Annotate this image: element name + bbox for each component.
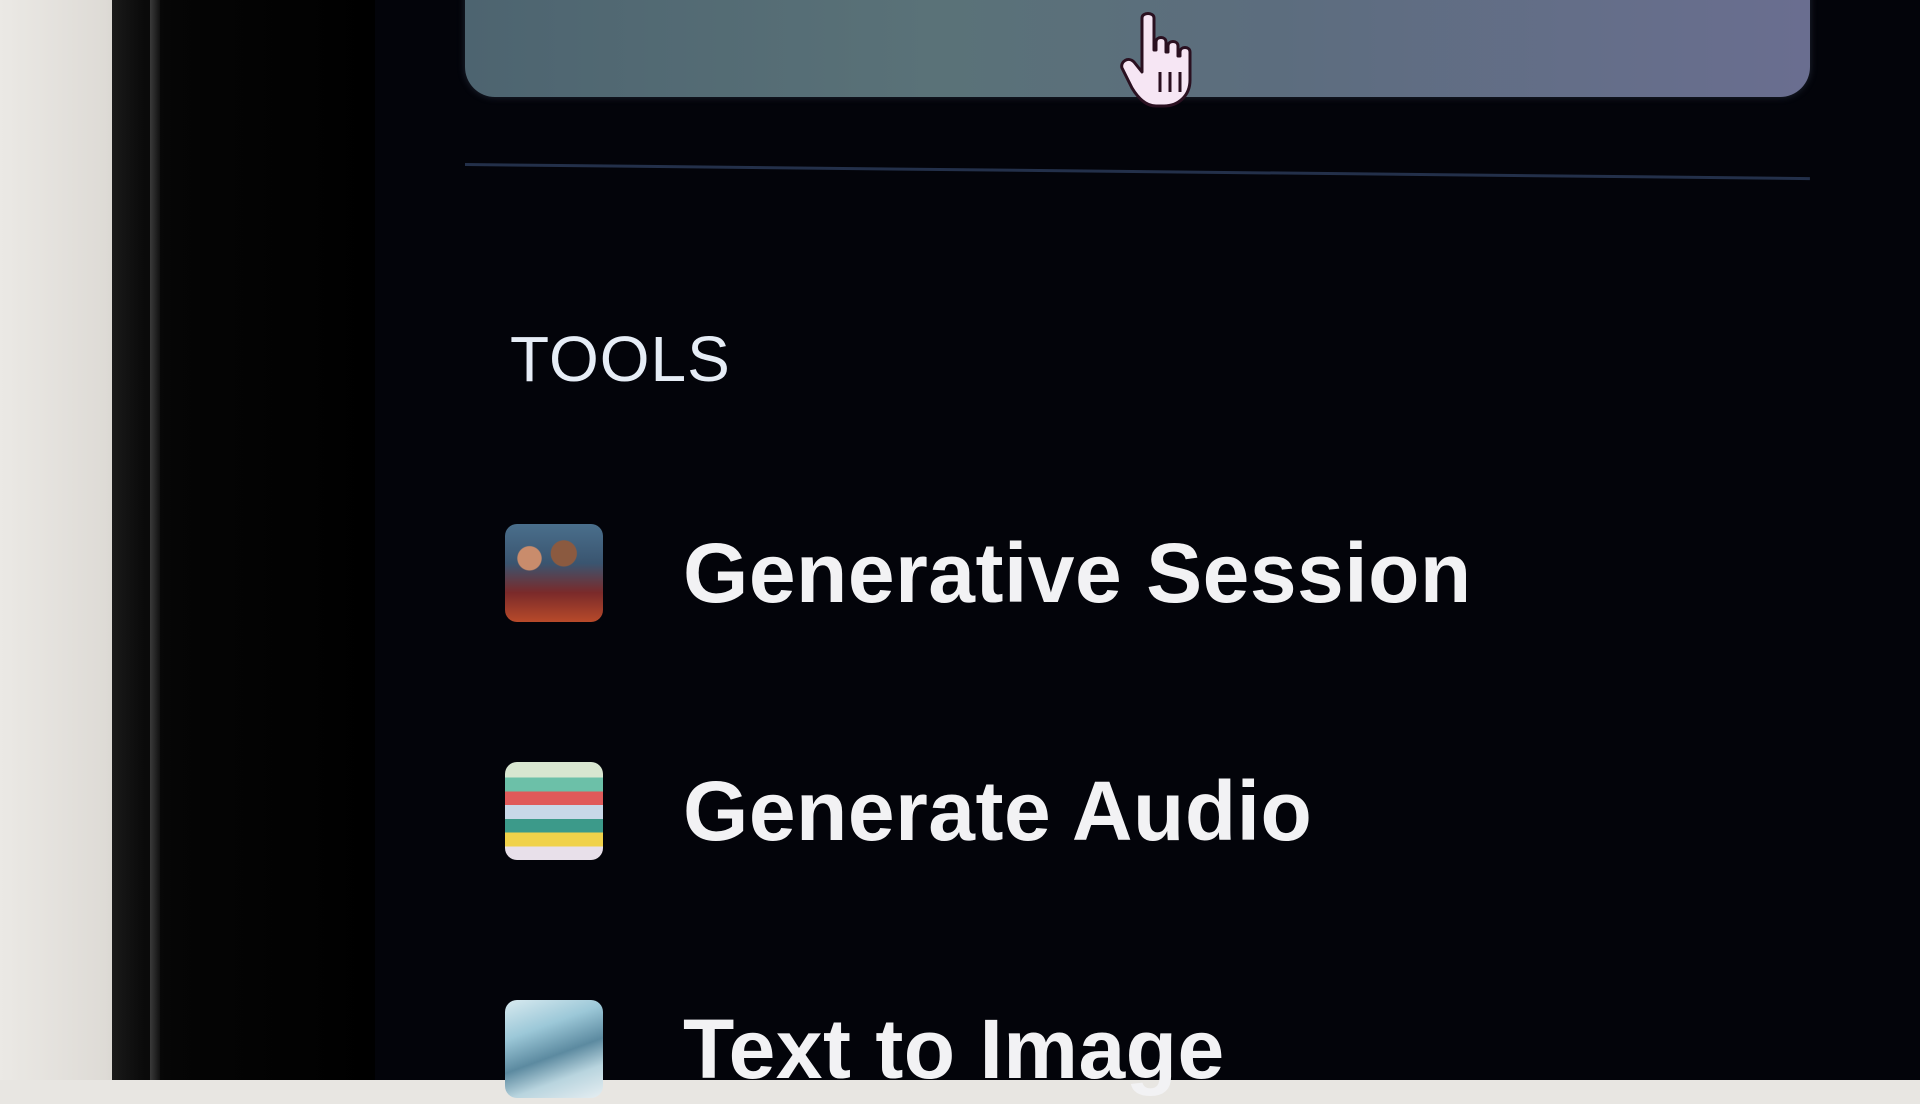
tool-item-generative-session[interactable]: Generative Session — [505, 518, 1705, 628]
generative-session-thumbnail-icon — [505, 524, 603, 622]
hand-pointer-cursor-icon — [1120, 12, 1192, 108]
tool-item-label: Text to Image — [683, 1001, 1225, 1096]
generate-audio-thumbnail-icon — [505, 762, 603, 860]
monitor-bezel-edge — [150, 0, 160, 1080]
section-divider — [464, 163, 1810, 181]
tool-item-generate-audio[interactable]: Generate Audio — [505, 756, 1705, 866]
tool-item-label: Generate Audio — [683, 763, 1313, 858]
text-to-image-thumbnail-icon — [505, 1000, 603, 1098]
tool-item-text-to-image[interactable]: Text to Image — [505, 994, 1705, 1104]
tools-section-title: TOOLS — [510, 323, 731, 395]
app-sidebar: TOOLS Generative Session Generate Audio … — [375, 0, 1920, 1098]
tool-item-label: Generative Session — [683, 525, 1472, 620]
